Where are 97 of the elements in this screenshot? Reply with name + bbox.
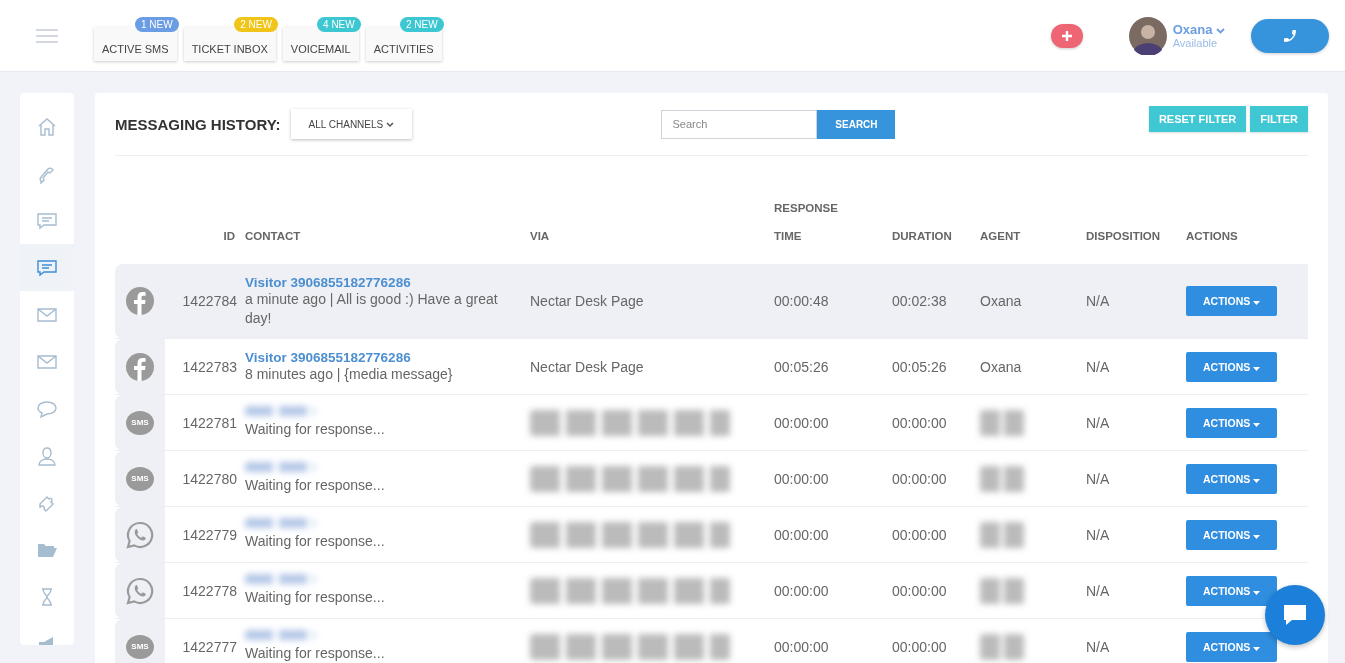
message-preview: Waiting for response... bbox=[245, 420, 386, 439]
new-count-badge: 1 NEW bbox=[134, 16, 179, 32]
table-row[interactable]: 1422779 Waiting for response... 00:00:00 00:00:00 N/A ACTIONS bbox=[115, 506, 1308, 563]
sms-icon: SMS bbox=[126, 466, 154, 491]
table-cell: 00:00:00 bbox=[774, 506, 892, 563]
whatsapp-icon bbox=[125, 519, 155, 550]
column-header: DURATION bbox=[892, 156, 980, 264]
table-cell: 1422779 bbox=[165, 506, 245, 563]
table-row[interactable]: SMS 1422777 Waiting for response... 00:00:00 00:00:00 N/A ACTIONS bbox=[115, 618, 1308, 663]
avatar[interactable] bbox=[1128, 16, 1167, 55]
table-cell: 1422777 bbox=[165, 618, 245, 663]
search-field[interactable]: Search bbox=[661, 109, 818, 139]
table-cell: 00:00:00 bbox=[774, 450, 892, 507]
table-cell: Oxana bbox=[980, 293, 1022, 309]
search-button[interactable]: SEARCH bbox=[817, 109, 896, 139]
actions-button[interactable]: ACTIONS bbox=[1186, 575, 1278, 606]
message-preview: Waiting for response... bbox=[245, 644, 386, 663]
contact-link[interactable]: Visitor 3906855182776286 bbox=[245, 350, 411, 365]
table-cell: 00:00:48 bbox=[774, 264, 892, 339]
add-button[interactable] bbox=[1050, 23, 1083, 48]
table-row[interactable]: SMS 1422781 Waiting for response... 00:00:00 00:00:00 N/A ACTIONS bbox=[115, 394, 1308, 451]
caret-icon bbox=[1253, 422, 1261, 427]
page-title: MESSAGING HISTORY: bbox=[115, 115, 281, 133]
chat-icon bbox=[1282, 603, 1308, 627]
table-cell: 1422778 bbox=[165, 562, 245, 619]
table-cell: Nectar Desk Page bbox=[530, 293, 644, 309]
message-preview: a minute ago | All is good :) Have a great day! bbox=[245, 290, 499, 328]
table-cell: 00:00:00 bbox=[774, 562, 892, 619]
contact-link[interactable]: Visitor 3906855182776286 bbox=[245, 275, 411, 290]
phone-icon bbox=[1282, 27, 1298, 44]
message-preview: 8 minutes ago | {media message} bbox=[245, 365, 454, 384]
facebook-icon bbox=[125, 286, 155, 316]
table-cell: 00:02:38 bbox=[892, 264, 980, 339]
caret-icon bbox=[1216, 28, 1225, 34]
caret-icon bbox=[1253, 646, 1261, 651]
column-header: ACTIONS bbox=[1186, 156, 1308, 264]
new-count-badge: 2 NEW bbox=[234, 16, 278, 32]
channel-dropdown[interactable]: ALL CHANNELS bbox=[290, 109, 412, 139]
actions-button[interactable]: ACTIONS bbox=[1186, 631, 1278, 662]
new-count-badge: 2 NEW bbox=[399, 16, 444, 32]
facebook-icon bbox=[125, 351, 155, 382]
table-row[interactable]: SMS 1422780 Waiting for response... 00:00:00 00:00:00 N/A ACTIONS bbox=[115, 450, 1308, 507]
message-preview: Waiting for response... bbox=[245, 476, 386, 495]
table-cell: 1422780 bbox=[165, 450, 245, 507]
caret-icon bbox=[1253, 478, 1261, 483]
call-button[interactable] bbox=[1251, 18, 1329, 53]
column-header: CONTACT bbox=[245, 156, 530, 264]
column-header: DISPOSITION bbox=[1086, 156, 1186, 264]
sms-icon: SMS bbox=[126, 410, 154, 435]
sms-icon: SMS bbox=[126, 634, 154, 659]
actions-button[interactable]: ACTIONS bbox=[1186, 407, 1278, 438]
caret-icon bbox=[1253, 534, 1261, 539]
new-count-badge: 4 NEW bbox=[317, 16, 361, 32]
table-cell: 1422781 bbox=[165, 394, 245, 451]
bubble-icon bbox=[36, 398, 58, 419]
table-cell: N/A bbox=[1086, 264, 1186, 339]
actions-button[interactable]: ACTIONS bbox=[1186, 286, 1278, 316]
column-header: AGENT bbox=[980, 156, 1086, 264]
menu-icon[interactable] bbox=[36, 26, 58, 45]
table-cell: 1422784 bbox=[165, 264, 245, 339]
table-cell: Oxana bbox=[980, 358, 1022, 375]
user-menu[interactable]: Oxana bbox=[1172, 22, 1225, 37]
filter-button[interactable]: RESET FILTER bbox=[1148, 106, 1247, 132]
caret-icon bbox=[386, 121, 394, 128]
actions-button[interactable]: ACTIONS bbox=[1186, 463, 1278, 494]
table-row[interactable]: 1422783 Visitor 3906855182776286 8 minutes ago | {media message} Nectar Desk Page 00:05:26 00:05:26 Oxana N/A ACTIONS bbox=[115, 338, 1308, 395]
home-icon bbox=[36, 116, 58, 137]
table-cell: 00:05:26 bbox=[892, 338, 980, 395]
message-preview: Waiting for response... bbox=[245, 532, 386, 551]
filter-button[interactable]: FILTER bbox=[1250, 106, 1308, 132]
user-icon bbox=[36, 445, 58, 466]
column-header: ID bbox=[165, 156, 245, 264]
caret-icon bbox=[1253, 301, 1261, 305]
table-cell: 00:00:00 bbox=[774, 618, 892, 663]
table-cell: 00:00:00 bbox=[892, 506, 980, 563]
user-status: Available bbox=[1172, 37, 1219, 49]
table-cell: 00:00:00 bbox=[892, 394, 980, 451]
table-cell: 00:00:00 bbox=[892, 618, 980, 663]
actions-button[interactable]: ACTIONS bbox=[1186, 351, 1278, 382]
chat-icon bbox=[36, 257, 58, 278]
caret-icon bbox=[1253, 590, 1261, 595]
actions-button[interactable]: ACTIONS bbox=[1186, 519, 1278, 550]
table-cell: 00:00:00 bbox=[892, 450, 980, 507]
table-row[interactable]: 1422784 Visitor 3906855182776286 a minute ago | All is good :) Have a great day! Nectar Desk Page 00:00:48 00:02:38 Oxana N/A ACTIONS bbox=[115, 264, 1308, 339]
table-cell: 00:00:00 bbox=[892, 562, 980, 619]
message-preview: Waiting for response... bbox=[245, 588, 386, 607]
table-cell: 1422783 bbox=[165, 338, 245, 395]
plus-icon bbox=[1060, 29, 1073, 42]
table-cell: 00:05:26 bbox=[774, 338, 892, 395]
caret-icon bbox=[1253, 366, 1261, 371]
whatsapp-icon bbox=[125, 575, 155, 606]
column-header: RESPONSE TIME bbox=[774, 156, 892, 264]
column-header: VIA bbox=[530, 156, 774, 264]
chat-icon bbox=[36, 210, 58, 231]
table-row[interactable]: 1422778 Waiting for response... 00:00:00 00:00:00 N/A ACTIONS bbox=[115, 562, 1308, 619]
table-cell: Nectar Desk Page bbox=[530, 358, 644, 375]
table-cell: 00:00:00 bbox=[774, 394, 892, 451]
